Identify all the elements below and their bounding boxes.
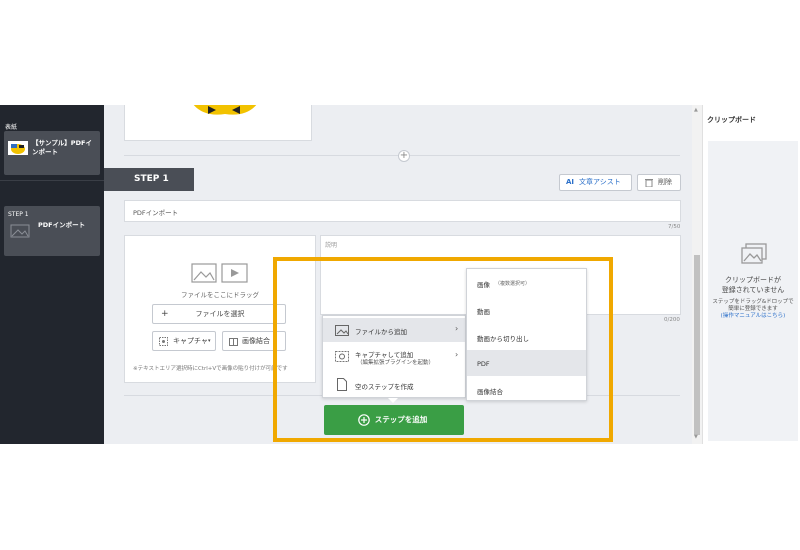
clipboard-hint-line1: ステップをドラッグ&ドロップで — [712, 299, 794, 305]
step-sidebar: 表紙 【サンプル】PDFイ ンポート STEP 1 PDFインポート — [0, 105, 104, 444]
clipboard-dropzone[interactable]: クリップボードが 登録されていません ステップをドラッグ&ドロップで 簡単に登録… — [708, 141, 798, 441]
capture-icon — [159, 337, 168, 346]
paste-note: ※テキストエリア選択時にCtrl+Vで画像の貼り付けが可能です — [133, 366, 288, 372]
insert-step-plus-icon[interactable]: + — [398, 150, 410, 162]
step-tab: STEP 1 — [104, 168, 194, 191]
capture-button[interactable]: キャプチャ ▾ — [152, 331, 216, 351]
scrollbar-thumb[interactable] — [694, 255, 700, 435]
sidebar-item-cover[interactable]: 【サンプル】PDFイ ンポート — [4, 131, 100, 175]
caret-down-icon: ▾ — [208, 338, 211, 344]
cover-section-label: 表紙 — [5, 124, 18, 131]
manual-link[interactable]: (操作マニュアルはこちら) — [708, 313, 798, 320]
highlight-frame — [273, 257, 613, 442]
ai-assist-button[interactable]: AI 文章アシスト — [559, 174, 632, 191]
sidebar-step-label: STEP 1 — [8, 211, 29, 218]
clipboard-title: クリップボード — [707, 116, 756, 124]
trash-icon — [645, 179, 653, 187]
cover-thumbnail-icon — [8, 141, 28, 155]
ai-icon: AI — [566, 178, 575, 186]
image-merge-label: 画像結合 — [242, 337, 270, 345]
delete-button[interactable]: 削除 — [637, 174, 681, 191]
description-counter: 0/200 — [664, 317, 680, 323]
select-file-label: ファイルを選択 — [195, 310, 245, 318]
clipboard-panel: クリップボード クリップボードが 登録されていません ステップをドラッグ&ドロッ… — [702, 105, 800, 444]
clipboard-empty-line2: 登録されていません — [721, 286, 785, 294]
step-title-input[interactable]: PDFインポート — [124, 200, 681, 222]
select-file-button[interactable]: + ファイルを選択 — [152, 304, 286, 324]
sidebar-step-title: PDFインポート — [38, 221, 86, 229]
scroll-down-icon[interactable]: ▼ — [694, 434, 698, 440]
cover-image-card — [124, 105, 312, 141]
cover-illustration — [193, 105, 257, 115]
merge-icon — [229, 338, 238, 346]
cover-title-line2: ンポート — [32, 148, 58, 156]
image-placeholder-icon — [10, 224, 30, 238]
scroll-up-icon[interactable]: ▲ — [694, 107, 698, 113]
clipboard-images-icon — [741, 243, 767, 264]
clipboard-hint-line2: 簡単に登録できます — [728, 306, 778, 312]
delete-label: 削除 — [658, 178, 672, 186]
sidebar-divider — [0, 180, 104, 181]
ai-assist-label: 文章アシスト — [579, 178, 621, 186]
sidebar-item-step-1[interactable]: STEP 1 PDFインポート — [4, 206, 100, 256]
cover-title-line1: 【サンプル】PDFイ — [32, 139, 92, 147]
capture-label: キャプチャ — [173, 337, 208, 345]
image-video-icon — [191, 263, 248, 283]
title-counter: 7/50 — [668, 224, 681, 230]
clipboard-empty-line1: クリップボードが — [725, 276, 781, 284]
editor-scrollbar[interactable]: ▲ ▼ — [692, 105, 702, 444]
